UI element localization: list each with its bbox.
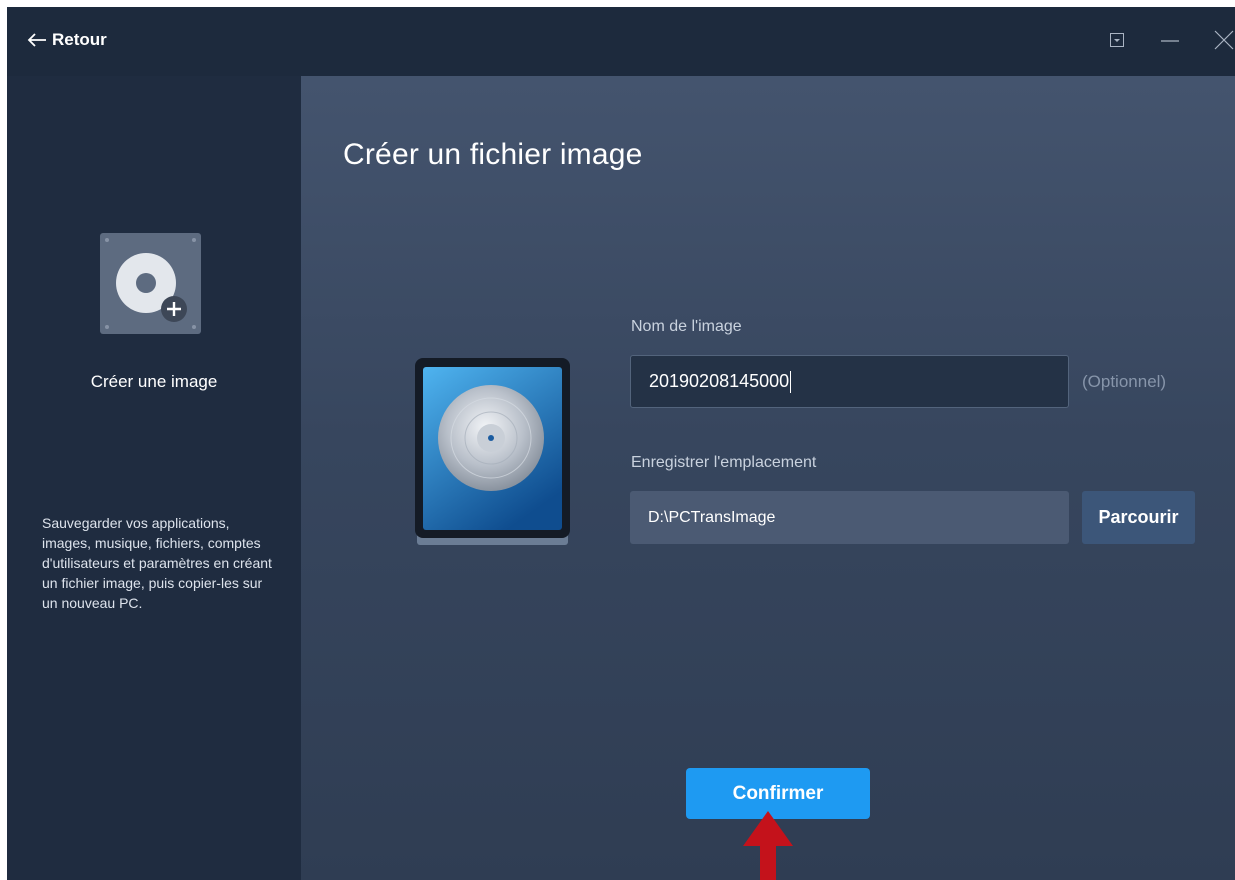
window-controls (1107, 25, 1235, 55)
annotation-arrow (743, 811, 793, 880)
location-field[interactable]: D:\PCTransImage (630, 491, 1069, 544)
close-icon (1214, 30, 1234, 50)
title-bar: Retour (7, 7, 1235, 76)
dropdown-box-button[interactable] (1107, 30, 1127, 50)
sidebar-title: Créer une image (90, 372, 218, 391)
back-label: Retour (52, 30, 107, 49)
app-window: Retour Créer une image Sauvegarder vos a… (7, 7, 1235, 880)
close-button[interactable] (1213, 30, 1235, 50)
image-name-value: 20190208145000 (649, 371, 790, 391)
disk-add-icon (116, 253, 187, 322)
sidebar-description: Sauvegarder vos applications, images, mu… (42, 515, 272, 611)
minimize-button[interactable] (1160, 30, 1180, 50)
page-title: Créer un fichier image (343, 138, 643, 171)
back-button[interactable]: Retour (27, 29, 107, 51)
optional-hint: (Optionnel) (1082, 372, 1167, 391)
create-image-tile (100, 233, 201, 334)
image-name-input[interactable]: 20190208145000 (630, 355, 1069, 408)
dropdown-box-icon (1110, 33, 1124, 47)
location-label: Enregistrer l'emplacement (631, 454, 817, 471)
browse-button[interactable]: Parcourir (1082, 491, 1195, 544)
back-arrow-icon (27, 33, 46, 47)
minimize-icon (1161, 40, 1179, 42)
image-name-label: Nom de l'image (631, 318, 742, 335)
text-caret (790, 371, 792, 394)
main-panel: Créer un fichier image Nom de l'image 20… (301, 76, 1235, 880)
sidebar: Créer une image Sauvegarder vos applicat… (7, 76, 301, 880)
disk-image-icon (415, 358, 570, 545)
